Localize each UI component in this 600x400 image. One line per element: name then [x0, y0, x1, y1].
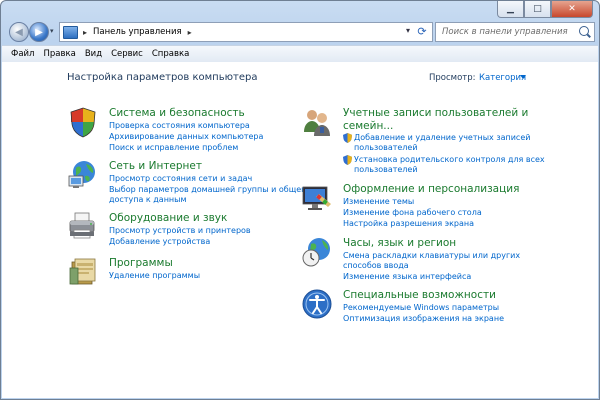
search-box[interactable]	[435, 22, 595, 42]
view-by-label: Просмотр:	[429, 73, 476, 83]
category-title[interactable]: Учетные записи пользователей и	[343, 107, 528, 119]
admin-shield-icon	[343, 133, 352, 143]
link-network-status[interactable]: Просмотр состояния сети и задач	[109, 174, 252, 184]
control-panel-icon	[63, 25, 78, 39]
admin-shield-icon	[343, 155, 352, 165]
link-add-remove-accounts-line2[interactable]: пользователей	[354, 143, 418, 153]
programs-icon	[69, 258, 96, 285]
link-keyboard-input-line2[interactable]: способов ввода	[343, 261, 409, 271]
category-title[interactable]: Оформление и персонализация	[343, 183, 519, 195]
link-keyboard-input[interactable]: Смена раскладки клавиатуры или других	[343, 251, 520, 261]
link-recommended-settings[interactable]: Рекомендуемые Windows параметры	[343, 303, 499, 313]
refresh-icon[interactable]: ⟳	[415, 24, 429, 38]
category-title[interactable]: Часы, язык и регион	[343, 237, 456, 249]
menu-edit[interactable]: Правка	[43, 49, 75, 59]
search-input[interactable]	[440, 26, 574, 38]
search-icon[interactable]	[579, 26, 589, 36]
category-title[interactable]: Специальные возможности	[343, 289, 496, 301]
link-uninstall-program[interactable]: Удаление программы	[109, 271, 200, 281]
link-homegroup-sharing-line2[interactable]: доступа к данным	[109, 195, 187, 205]
main-content: Настройка параметров компьютера Просмотр…	[2, 62, 598, 398]
link-optimize-display[interactable]: Оптимизация изображения на экране	[343, 314, 504, 324]
link-change-theme[interactable]: Изменение темы	[343, 197, 414, 207]
system-security-icon	[70, 107, 96, 138]
address-dropdown-icon[interactable]: ▾	[406, 26, 410, 35]
link-parental-controls[interactable]: Установка родительского контроля для все…	[354, 155, 545, 165]
page-title: Настройка параметров компьютера	[67, 72, 258, 83]
back-button[interactable]: ◀	[9, 22, 29, 42]
link-devices-printers[interactable]: Просмотр устройств и принтеров	[109, 226, 251, 236]
category-title-line2[interactable]: семейн...	[343, 120, 393, 132]
maximize-button[interactable]: □	[524, 1, 551, 18]
forward-arrow-icon: ▶	[35, 26, 43, 38]
link-find-fix-problems[interactable]: Поиск и исправление проблем	[109, 143, 238, 153]
link-change-desktop-background[interactable]: Изменение фона рабочего стола	[343, 208, 482, 218]
menu-file[interactable]: Файл	[11, 49, 34, 59]
breadcrumb-chevron-icon[interactable]: ▸	[188, 28, 192, 37]
back-arrow-icon: ◀	[15, 26, 23, 38]
menu-view[interactable]: Вид	[85, 49, 102, 59]
category-title[interactable]: Система и безопасность	[109, 107, 245, 119]
minimize-button[interactable]: ▁	[497, 1, 524, 18]
menu-tools[interactable]: Сервис	[111, 49, 143, 59]
caption-buttons: ▁ □ ✕	[497, 1, 593, 18]
category-title[interactable]: Оборудование и звук	[109, 212, 227, 224]
hardware-sound-icon	[69, 212, 95, 239]
control-panel-window: ▁ □ ✕ ◀ ▶ ▾ ▸ Панель управления ▸ ▾ ⟳ Фа…	[0, 0, 600, 400]
link-homegroup-sharing[interactable]: Выбор параметров домашней группы и общег…	[109, 185, 310, 195]
breadcrumb-separator-icon[interactable]: ▸	[83, 28, 87, 37]
appearance-personalization-icon	[302, 186, 331, 210]
chevron-down-icon[interactable]	[520, 75, 526, 79]
category-title[interactable]: Сеть и Интернет	[109, 160, 202, 172]
category-title[interactable]: Программы	[109, 257, 173, 269]
link-add-remove-accounts[interactable]: Добавление и удаление учетных записей	[354, 133, 530, 143]
network-internet-icon	[68, 161, 95, 188]
link-parental-controls-line2[interactable]: пользователей	[354, 165, 418, 175]
close-button[interactable]: ✕	[551, 1, 593, 18]
link-add-device[interactable]: Добавление устройства	[109, 237, 210, 247]
link-check-computer-status[interactable]: Проверка состояния компьютера	[109, 121, 250, 131]
forward-button[interactable]: ▶	[29, 22, 49, 42]
link-backup-computer[interactable]: Архивирование данных компьютера	[109, 132, 263, 142]
menu-bar: Файл Правка Вид Сервис Справка	[2, 45, 598, 63]
address-bar[interactable]: ▸ Панель управления ▸ ▾ ⟳	[59, 22, 433, 42]
user-accounts-icon	[304, 110, 330, 136]
clock-language-region-icon	[302, 238, 330, 267]
recent-pages-dropdown[interactable]: ▾	[50, 27, 54, 35]
navigation-bar: ◀ ▶ ▾ ▸ Панель управления ▸ ▾ ⟳	[5, 21, 595, 43]
link-display-language[interactable]: Изменение языка интерфейса	[343, 272, 471, 282]
ease-of-access-icon	[302, 289, 332, 319]
breadcrumb-control-panel[interactable]: Панель управления	[93, 27, 182, 37]
menu-help[interactable]: Справка	[152, 49, 189, 59]
link-screen-resolution[interactable]: Настройка разрешения экрана	[343, 219, 474, 229]
